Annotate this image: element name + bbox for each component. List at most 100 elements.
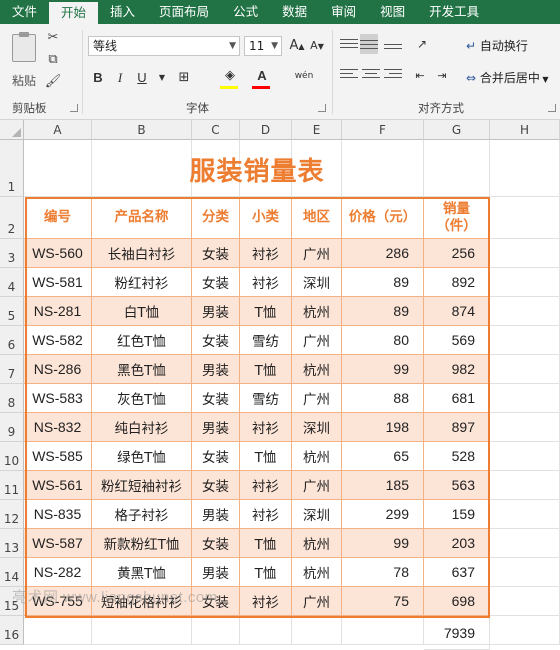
table-header-cell[interactable]: 分类 <box>192 197 240 239</box>
middle-align-icon[interactable] <box>360 34 378 54</box>
table-cell[interactable]: 女装 <box>192 384 240 413</box>
table-header-cell[interactable]: 销量 （件） <box>424 197 490 239</box>
paste-button[interactable]: 粘贴 <box>6 30 40 92</box>
table-cell[interactable]: 深圳 <box>292 413 342 442</box>
cell[interactable] <box>490 239 560 268</box>
table-cell[interactable]: WS-585 <box>24 442 92 471</box>
column-header[interactable]: F <box>342 120 424 140</box>
table-header-cell[interactable]: 产品名称 <box>92 197 192 239</box>
table-cell[interactable]: 256 <box>424 239 490 268</box>
table-cell[interactable]: T恤 <box>240 529 292 558</box>
cell[interactable] <box>24 616 92 645</box>
format-painter-icon[interactable]: 🖌 <box>44 74 62 90</box>
table-cell[interactable]: WS-561 <box>24 471 92 500</box>
table-cell[interactable]: 女装 <box>192 268 240 297</box>
italic-button[interactable]: I <box>110 68 130 88</box>
cell[interactable] <box>490 326 560 355</box>
table-cell[interactable]: 杭州 <box>292 442 342 471</box>
row-header[interactable]: 7 <box>0 355 24 384</box>
fill-color-icon[interactable]: ◈ <box>220 66 240 86</box>
row-header[interactable]: 13 <box>0 529 24 558</box>
decrease-font-size-button[interactable]: A▼ <box>307 36 327 56</box>
orientation-icon[interactable]: ↗ <box>412 34 432 54</box>
table-cell[interactable]: NS-835 <box>24 500 92 529</box>
table-cell[interactable]: T恤 <box>240 442 292 471</box>
table-header-cell[interactable]: 价格（元） <box>342 197 424 239</box>
table-cell[interactable]: 黑色T恤 <box>92 355 192 384</box>
table-cell[interactable]: NS-832 <box>24 413 92 442</box>
table-cell[interactable]: 绿色T恤 <box>92 442 192 471</box>
table-cell[interactable]: 88 <box>342 384 424 413</box>
scissors-icon[interactable]: ✂ <box>44 30 62 46</box>
table-cell[interactable]: 女装 <box>192 529 240 558</box>
table-cell[interactable]: 广州 <box>292 384 342 413</box>
table-cell[interactable]: 粉红短袖衬衫 <box>92 471 192 500</box>
ribbon-tab[interactable]: 公式 <box>221 0 270 24</box>
column-header[interactable]: H <box>490 120 560 140</box>
table-cell[interactable]: 广州 <box>292 471 342 500</box>
total-sales-cell[interactable]: 7939 <box>424 616 490 650</box>
table-cell[interactable]: 159 <box>424 500 490 529</box>
row-header[interactable]: 12 <box>0 500 24 529</box>
cell[interactable] <box>490 197 560 239</box>
table-cell[interactable]: NS-282 <box>24 558 92 587</box>
bold-button[interactable]: B <box>88 68 108 88</box>
alignment-launcher-icon[interactable] <box>548 104 556 112</box>
table-cell[interactable]: 白T恤 <box>92 297 192 326</box>
row-header[interactable]: 14 <box>0 558 24 587</box>
table-cell[interactable]: 长袖白衬衫 <box>92 239 192 268</box>
table-cell[interactable]: 299 <box>342 500 424 529</box>
underline-dropdown-icon[interactable]: ▼ <box>152 68 172 88</box>
table-cell[interactable]: 雪纺 <box>240 384 292 413</box>
align-right-icon[interactable] <box>384 66 402 82</box>
row-header[interactable]: 8 <box>0 384 24 413</box>
cell[interactable] <box>92 616 192 645</box>
worksheet-grid[interactable]: A B C D E F G H 1 2 3 4 5 6 7 8 9 10 11 12 13 14 15 16 服装销量表 编号 产品… <box>0 120 560 650</box>
decrease-indent-icon[interactable]: ⇤ <box>410 66 430 86</box>
table-header-cell[interactable]: 地区 <box>292 197 342 239</box>
cell[interactable] <box>490 140 560 197</box>
borders-icon[interactable]: ⊞ <box>174 68 194 88</box>
underline-button[interactable]: U <box>132 68 152 88</box>
column-header[interactable]: B <box>92 120 192 140</box>
cell[interactable] <box>240 616 292 645</box>
table-cell[interactable]: 185 <box>342 471 424 500</box>
select-all-corner[interactable] <box>0 120 24 140</box>
table-cell[interactable]: WS-582 <box>24 326 92 355</box>
table-cell[interactable]: 286 <box>342 239 424 268</box>
table-cell[interactable]: 衬衫 <box>240 471 292 500</box>
table-header-cell[interactable]: 小类 <box>240 197 292 239</box>
table-cell[interactable]: T恤 <box>240 297 292 326</box>
row-header[interactable]: 2 <box>0 197 24 239</box>
font-name-select[interactable]: 等线 ▼ <box>88 36 240 56</box>
table-cell[interactable]: T恤 <box>240 355 292 384</box>
table-cell[interactable]: 203 <box>424 529 490 558</box>
table-cell[interactable]: NS-281 <box>24 297 92 326</box>
table-cell[interactable]: 89 <box>342 268 424 297</box>
cell[interactable] <box>490 500 560 529</box>
table-cell[interactable]: T恤 <box>240 558 292 587</box>
table-cell[interactable]: 女装 <box>192 239 240 268</box>
table-cell[interactable]: 杭州 <box>292 355 342 384</box>
table-cell[interactable]: 纯白衬衫 <box>92 413 192 442</box>
cell[interactable] <box>490 558 560 587</box>
table-cell[interactable]: 广州 <box>292 587 342 616</box>
table-cell[interactable]: 男装 <box>192 500 240 529</box>
increase-font-size-button[interactable]: A▲ <box>287 36 307 56</box>
table-cell[interactable]: 杭州 <box>292 558 342 587</box>
table-cell[interactable]: 衬衫 <box>240 587 292 616</box>
table-cell[interactable]: 874 <box>424 297 490 326</box>
table-cell[interactable]: 99 <box>342 529 424 558</box>
merge-center-button[interactable]: ⇔ 合并后居中 ▼ <box>466 68 549 88</box>
table-cell[interactable]: WS-587 <box>24 529 92 558</box>
column-header[interactable]: A <box>24 120 92 140</box>
row-header[interactable]: 16 <box>0 616 24 645</box>
cell[interactable] <box>192 616 240 645</box>
table-cell[interactable]: 女装 <box>192 326 240 355</box>
table-cell[interactable]: 格子衬衫 <box>92 500 192 529</box>
row-header[interactable]: 10 <box>0 442 24 471</box>
table-cell[interactable]: 衬衫 <box>240 413 292 442</box>
table-cell[interactable]: 569 <box>424 326 490 355</box>
table-cell[interactable]: WS-581 <box>24 268 92 297</box>
table-cell[interactable]: 528 <box>424 442 490 471</box>
